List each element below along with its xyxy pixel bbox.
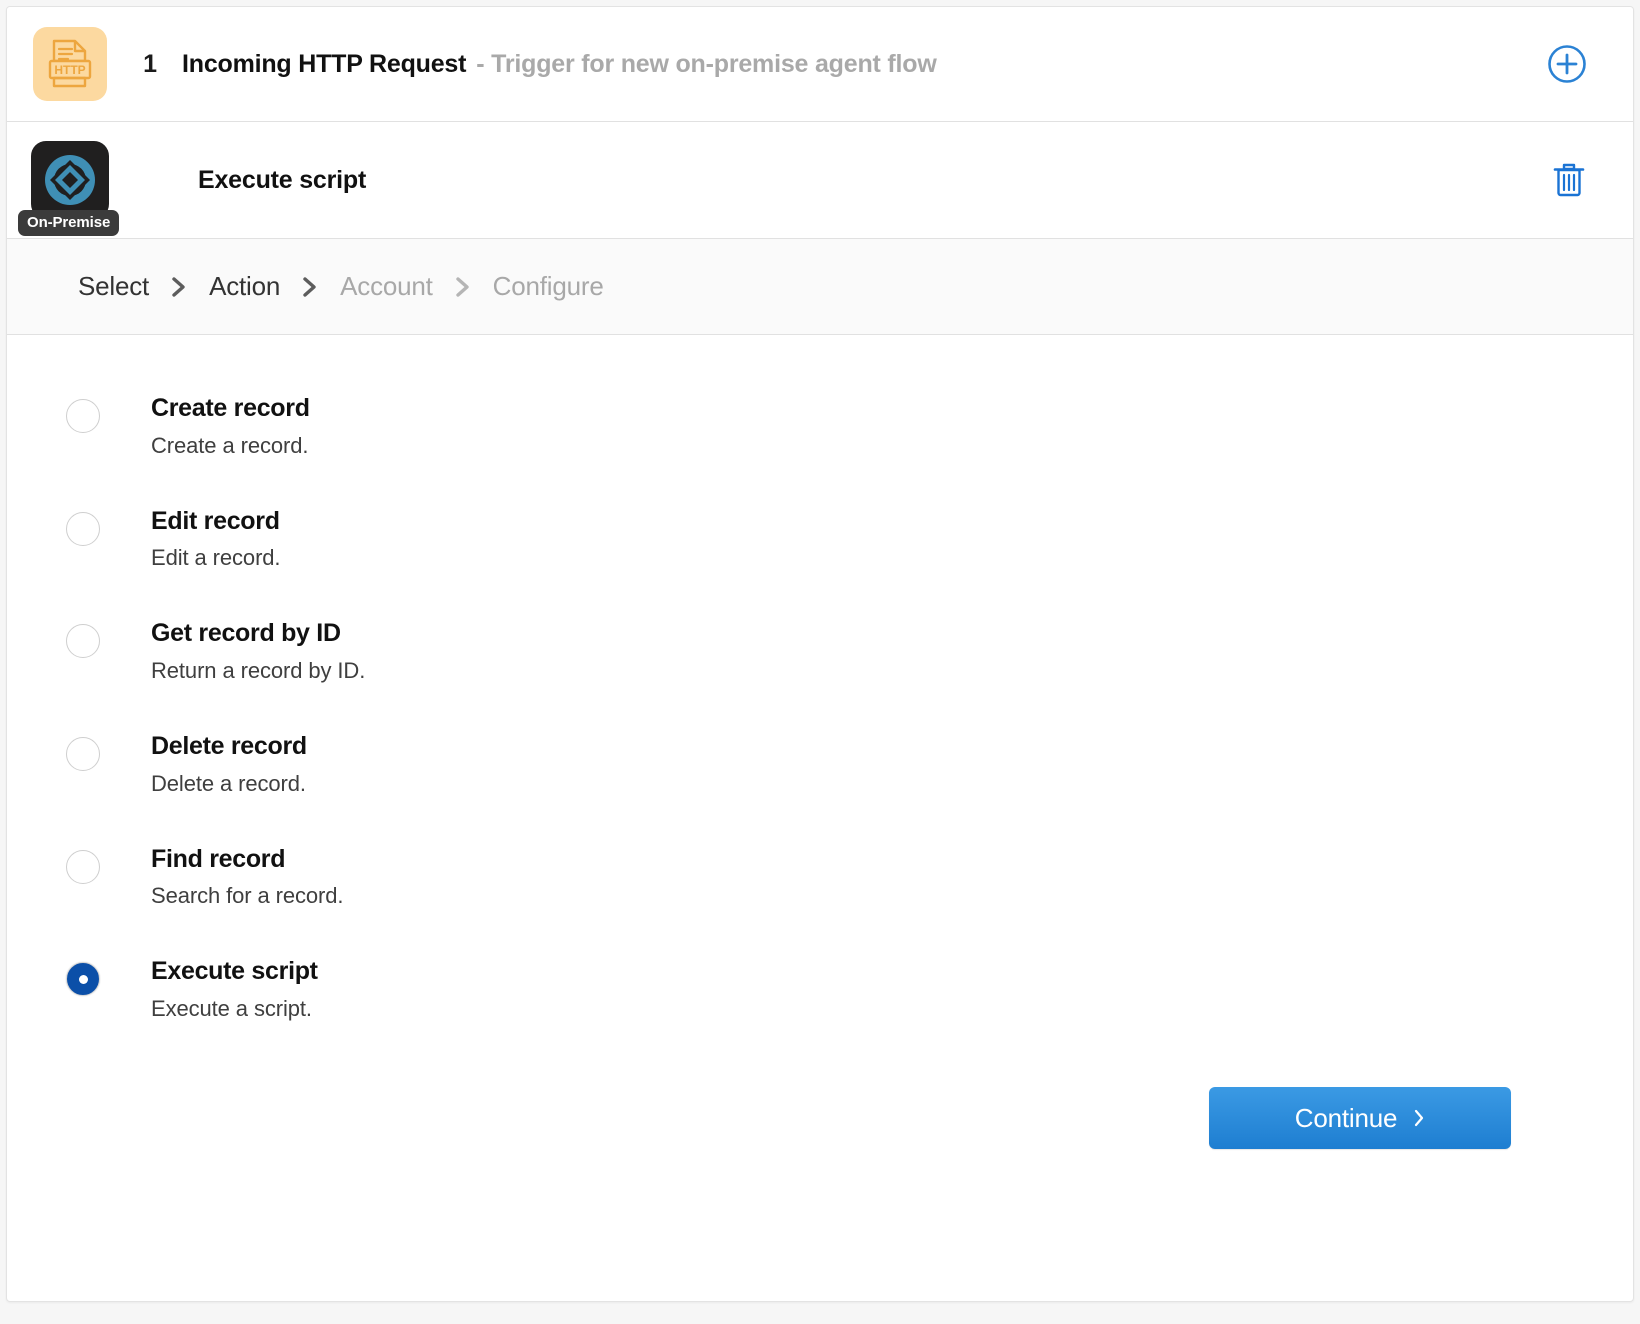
workflow-step-panel: HTTP 1 Incoming HTTP Request - Trigger f… [6,6,1634,1302]
option-edit-record[interactable]: Edit record Edit a record. [7,508,1633,571]
chevron-right-icon [171,275,187,299]
option-label: Get record by ID [151,620,365,648]
option-text: Find record Search for a record. [151,846,343,909]
trigger-step-number: 1 [132,50,168,79]
option-execute-script[interactable]: Execute script Execute a script. [7,958,1633,1021]
action-icon-container: On-Premise [7,141,132,219]
radio-create-record[interactable] [66,399,100,433]
chevron-right-icon [455,275,471,299]
option-description: Search for a record. [151,884,343,908]
app-logo-glyph [41,151,99,209]
continue-button-label: Continue [1295,1103,1397,1134]
radio-find-record[interactable] [66,850,100,884]
breadcrumb: Select Action Account Configure [7,239,1633,335]
panel-footer: Continue [7,1087,1633,1149]
action-step-title: Execute script [198,166,366,195]
continue-button[interactable]: Continue [1209,1087,1511,1149]
trash-icon [1551,160,1587,200]
http-file-glyph: HTTP [47,39,93,89]
svg-text:HTTP: HTTP [54,63,85,77]
breadcrumb-item-configure: Configure [493,271,604,302]
on-premise-app-icon [31,141,109,219]
option-label: Execute script [151,958,318,986]
chevron-right-icon [302,275,318,299]
trigger-icon-container: HTTP [7,27,132,101]
option-description: Edit a record. [151,546,280,570]
option-label: Delete record [151,733,307,761]
plus-circle-icon [1547,44,1587,84]
radio-delete-record[interactable] [66,737,100,771]
trigger-subtitle-separator: - [476,50,484,78]
http-file-icon: HTTP [33,27,107,101]
option-description: Return a record by ID. [151,659,365,683]
option-description: Execute a script. [151,997,318,1021]
option-text: Execute script Execute a script. [151,958,318,1021]
chevron-right-icon [1414,1108,1425,1128]
option-label: Create record [151,395,310,423]
option-text: Edit record Edit a record. [151,508,280,571]
option-description: Delete a record. [151,772,307,796]
option-text: Create record Create a record. [151,395,310,458]
option-find-record[interactable]: Find record Search for a record. [7,846,1633,909]
option-label: Edit record [151,508,280,536]
breadcrumb-item-account: Account [340,271,433,302]
add-step-button[interactable] [1547,44,1587,84]
option-text: Delete record Delete a record. [151,733,307,796]
option-get-record-by-id[interactable]: Get record by ID Return a record by ID. [7,620,1633,683]
action-step-row[interactable]: On-Premise Execute script [7,122,1633,239]
option-delete-record[interactable]: Delete record Delete a record. [7,733,1633,796]
breadcrumb-item-select[interactable]: Select [78,271,149,302]
delete-step-button[interactable] [1551,160,1587,200]
option-label: Find record [151,846,343,874]
trigger-step-subtitle: - Trigger for new on-premise agent flow [476,50,936,79]
radio-execute-script[interactable] [66,962,100,996]
on-premise-badge: On-Premise [18,210,119,236]
radio-get-record-by-id[interactable] [66,624,100,658]
trigger-step-title: Incoming HTTP Request [182,50,466,79]
action-option-list: Create record Create a record. Edit reco… [7,335,1633,1021]
breadcrumb-item-action[interactable]: Action [209,271,280,302]
radio-edit-record[interactable] [66,512,100,546]
option-description: Create a record. [151,434,310,458]
option-create-record[interactable]: Create record Create a record. [7,395,1633,458]
trigger-subtitle-text: Trigger for new on-premise agent flow [491,50,936,78]
option-text: Get record by ID Return a record by ID. [151,620,365,683]
trigger-step-row[interactable]: HTTP 1 Incoming HTTP Request - Trigger f… [7,7,1633,122]
